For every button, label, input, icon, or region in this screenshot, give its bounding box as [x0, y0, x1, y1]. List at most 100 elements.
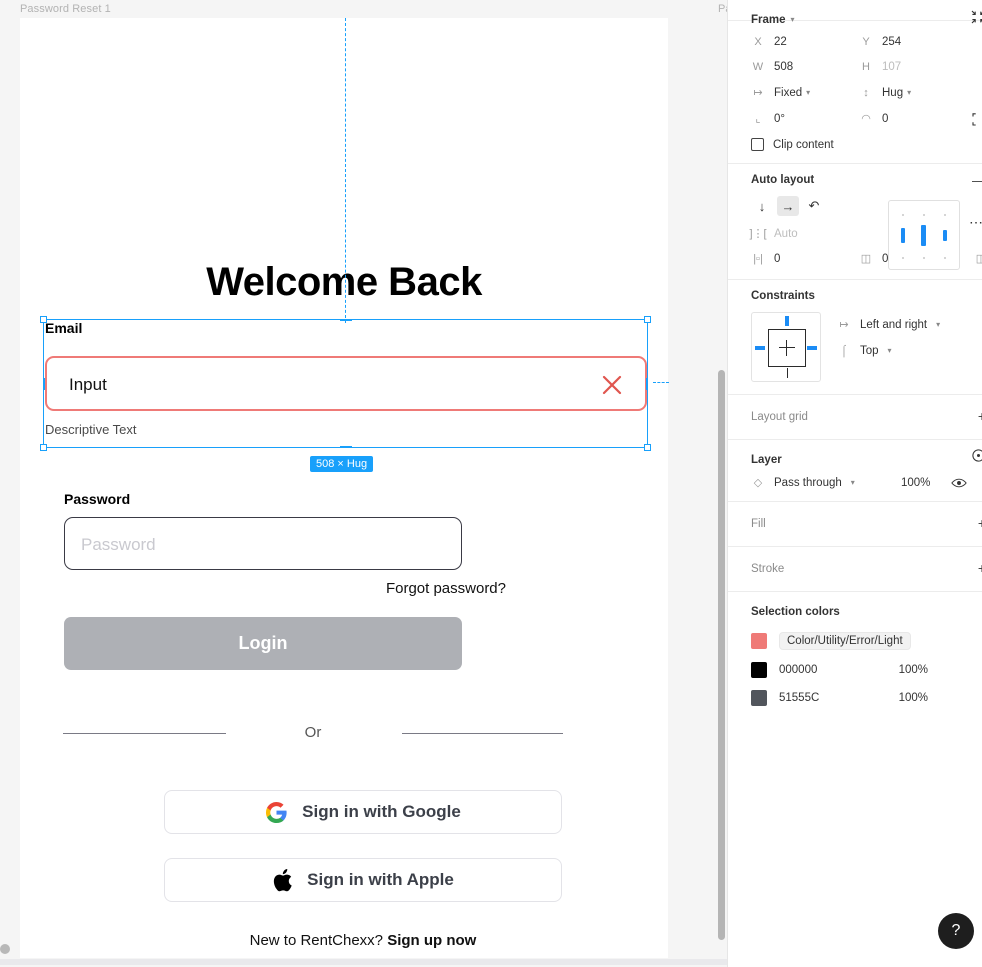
password-input[interactable]: Password: [64, 517, 462, 570]
color-opacity-value: 100%: [898, 692, 928, 704]
layer-section: Layer ◇ Pass through ▾ 100%: [728, 440, 982, 502]
independent-corners-icon[interactable]: [972, 112, 982, 126]
password-placeholder: Password: [81, 535, 156, 554]
color-swatch[interactable]: [751, 633, 767, 649]
horizontal-constraint-field[interactable]: ↦ Left and right ▾: [837, 318, 970, 332]
align-dot-bottom-center: [923, 257, 925, 259]
clip-content-row[interactable]: Clip content: [751, 138, 970, 151]
color-opacity-value: 100%: [898, 664, 928, 676]
login-button[interactable]: Login: [64, 617, 462, 670]
align-dot-top-center: [923, 214, 925, 216]
color-swatch[interactable]: [751, 662, 767, 678]
canvas-horizontal-scrollbar[interactable]: [0, 959, 727, 965]
item-spacing-field[interactable]: ]⋮[ Auto: [749, 227, 859, 241]
height-field[interactable]: H 107: [859, 61, 967, 73]
horizontal-resizing-field[interactable]: ↦ Fixed ▾: [751, 86, 859, 100]
horizontal-padding-field[interactable]: |▫| 0: [751, 253, 859, 265]
horizontal-resize-icon: ↦: [753, 87, 763, 99]
color-hex-value: 51555C: [779, 692, 820, 704]
color-style-name: Color/Utility/Error/Light: [779, 632, 911, 650]
rotation-radius-row: ⌞ 0° ◠ 0: [751, 112, 976, 126]
vertical-resizing-field[interactable]: ↕ Hug ▾: [859, 87, 967, 99]
clip-content-checkbox[interactable]: [751, 138, 764, 151]
google-button-label: Sign in with Google: [302, 802, 461, 821]
align-dot-bottom-left: [902, 257, 904, 259]
constraint-marker-right[interactable]: [807, 346, 817, 350]
auto-layout-more-options-button[interactable]: ⋯: [969, 214, 982, 231]
rotation-field[interactable]: ⌞ 0°: [751, 112, 859, 126]
individual-padding-icon[interactable]: ◫: [974, 252, 982, 265]
horizontal-resize-value: Fixed: [774, 86, 803, 99]
add-fill-button[interactable]: +: [978, 516, 982, 530]
width-icon: W: [752, 61, 764, 73]
chevron-down-icon[interactable]: ▾: [791, 16, 795, 24]
design-canvas[interactable]: Password Reset 1 Pa Welcome Back Email I…: [0, 0, 727, 967]
chevron-down-icon[interactable]: ▾: [907, 88, 911, 97]
frame-label-password-reset-1[interactable]: Password Reset 1: [20, 3, 111, 15]
apple-button-label: Sign in with Apple: [307, 870, 454, 889]
collapse-panel-icon[interactable]: [970, 9, 982, 25]
divider-row: Or: [63, 723, 563, 743]
sign-in-with-google-button[interactable]: Sign in with Google: [164, 790, 562, 834]
selection-size-badge: 508 × Hug: [310, 456, 374, 472]
stroke-section-title: Stroke: [751, 563, 785, 575]
constraint-marker-bottom[interactable]: [786, 368, 788, 378]
add-stroke-button[interactable]: +: [978, 561, 982, 575]
direction-wrap-button[interactable]: ↶: [803, 196, 825, 216]
google-icon: [266, 801, 287, 823]
chevron-down-icon[interactable]: ▾: [806, 88, 810, 97]
constraint-marker-left[interactable]: [755, 346, 765, 350]
email-input[interactable]: Input: [45, 356, 647, 411]
corner-radius-field[interactable]: ◠ 0: [859, 112, 967, 126]
layer-opacity-value[interactable]: 100%: [901, 477, 947, 489]
y-axis-icon: Y: [862, 36, 870, 48]
canvas-left-dot: [0, 944, 10, 954]
sign-in-with-apple-button[interactable]: Sign in with Apple: [164, 858, 562, 902]
vertical-constraint-field[interactable]: ⌠ Top ▾: [837, 345, 970, 357]
color-swatch[interactable]: [751, 690, 767, 706]
close-x-icon[interactable]: [599, 372, 625, 398]
figma-editor-window: Password Reset 1 Pa Welcome Back Email I…: [0, 0, 982, 967]
resizing-row: ↦ Fixed ▾ ↕ Hug ▾: [751, 86, 970, 100]
selection-color-row[interactable]: Color/Utility/Error/Light: [751, 632, 970, 650]
direction-horizontal-button[interactable]: →: [777, 196, 799, 216]
vertical-constraint-value: Top: [860, 345, 879, 357]
forgot-password-link[interactable]: Forgot password?: [64, 580, 564, 597]
rotation-value: 0°: [774, 112, 785, 125]
direction-vertical-button[interactable]: ↓: [751, 196, 773, 216]
corner-radius-icon: ◠: [861, 113, 871, 125]
y-field[interactable]: Y 254: [859, 36, 967, 48]
x-field[interactable]: X 22: [751, 36, 859, 48]
frame-label-adjacent[interactable]: Pa: [718, 3, 727, 15]
help-button[interactable]: ?: [938, 913, 974, 949]
chevron-down-icon[interactable]: ▾: [888, 347, 892, 355]
add-layout-grid-button[interactable]: +: [978, 409, 982, 423]
signup-link[interactable]: Sign up now: [387, 932, 476, 949]
rotation-icon: ⌞: [755, 113, 761, 125]
visibility-eye-icon[interactable]: [951, 477, 967, 489]
auto-layout-section: Auto layout — ⋯ ↓ → ↶: [728, 164, 982, 280]
blend-mode-field[interactable]: ◇ Pass through ▾: [751, 476, 901, 490]
chevron-down-icon[interactable]: ▾: [851, 478, 855, 487]
x-axis-icon: X: [754, 36, 762, 48]
email-field-group[interactable]: Email Input Descriptive Text: [45, 320, 649, 447]
selection-color-row[interactable]: 51555C 100%: [751, 690, 970, 706]
login-screen-frame[interactable]: Welcome Back Email Input Descriptive Tex…: [20, 18, 668, 958]
layer-target-icon[interactable]: [971, 448, 982, 463]
remove-auto-layout-button[interactable]: —: [972, 173, 982, 187]
constraints-widget[interactable]: [751, 312, 821, 382]
width-field[interactable]: W 508: [751, 61, 859, 73]
auto-layout-alignment-picker[interactable]: [888, 200, 960, 270]
selection-color-row[interactable]: 000000 100%: [751, 662, 970, 678]
constraint-marker-top[interactable]: [785, 316, 789, 326]
item-spacing-icon: ]⋮[: [749, 228, 767, 240]
layer-section-title: Layer: [751, 454, 782, 466]
vertical-resize-icon: ↕: [863, 86, 869, 99]
height-icon: H: [862, 61, 870, 73]
align-bar-right: [943, 230, 947, 241]
layout-grid-section: Layout grid +: [728, 395, 982, 440]
blend-mode-row: ◇ Pass through ▾ 100%: [751, 476, 970, 489]
chevron-down-icon[interactable]: ▾: [936, 320, 940, 329]
page-title: Welcome Back: [206, 260, 482, 304]
canvas-vertical-scrollbar[interactable]: [718, 370, 725, 940]
